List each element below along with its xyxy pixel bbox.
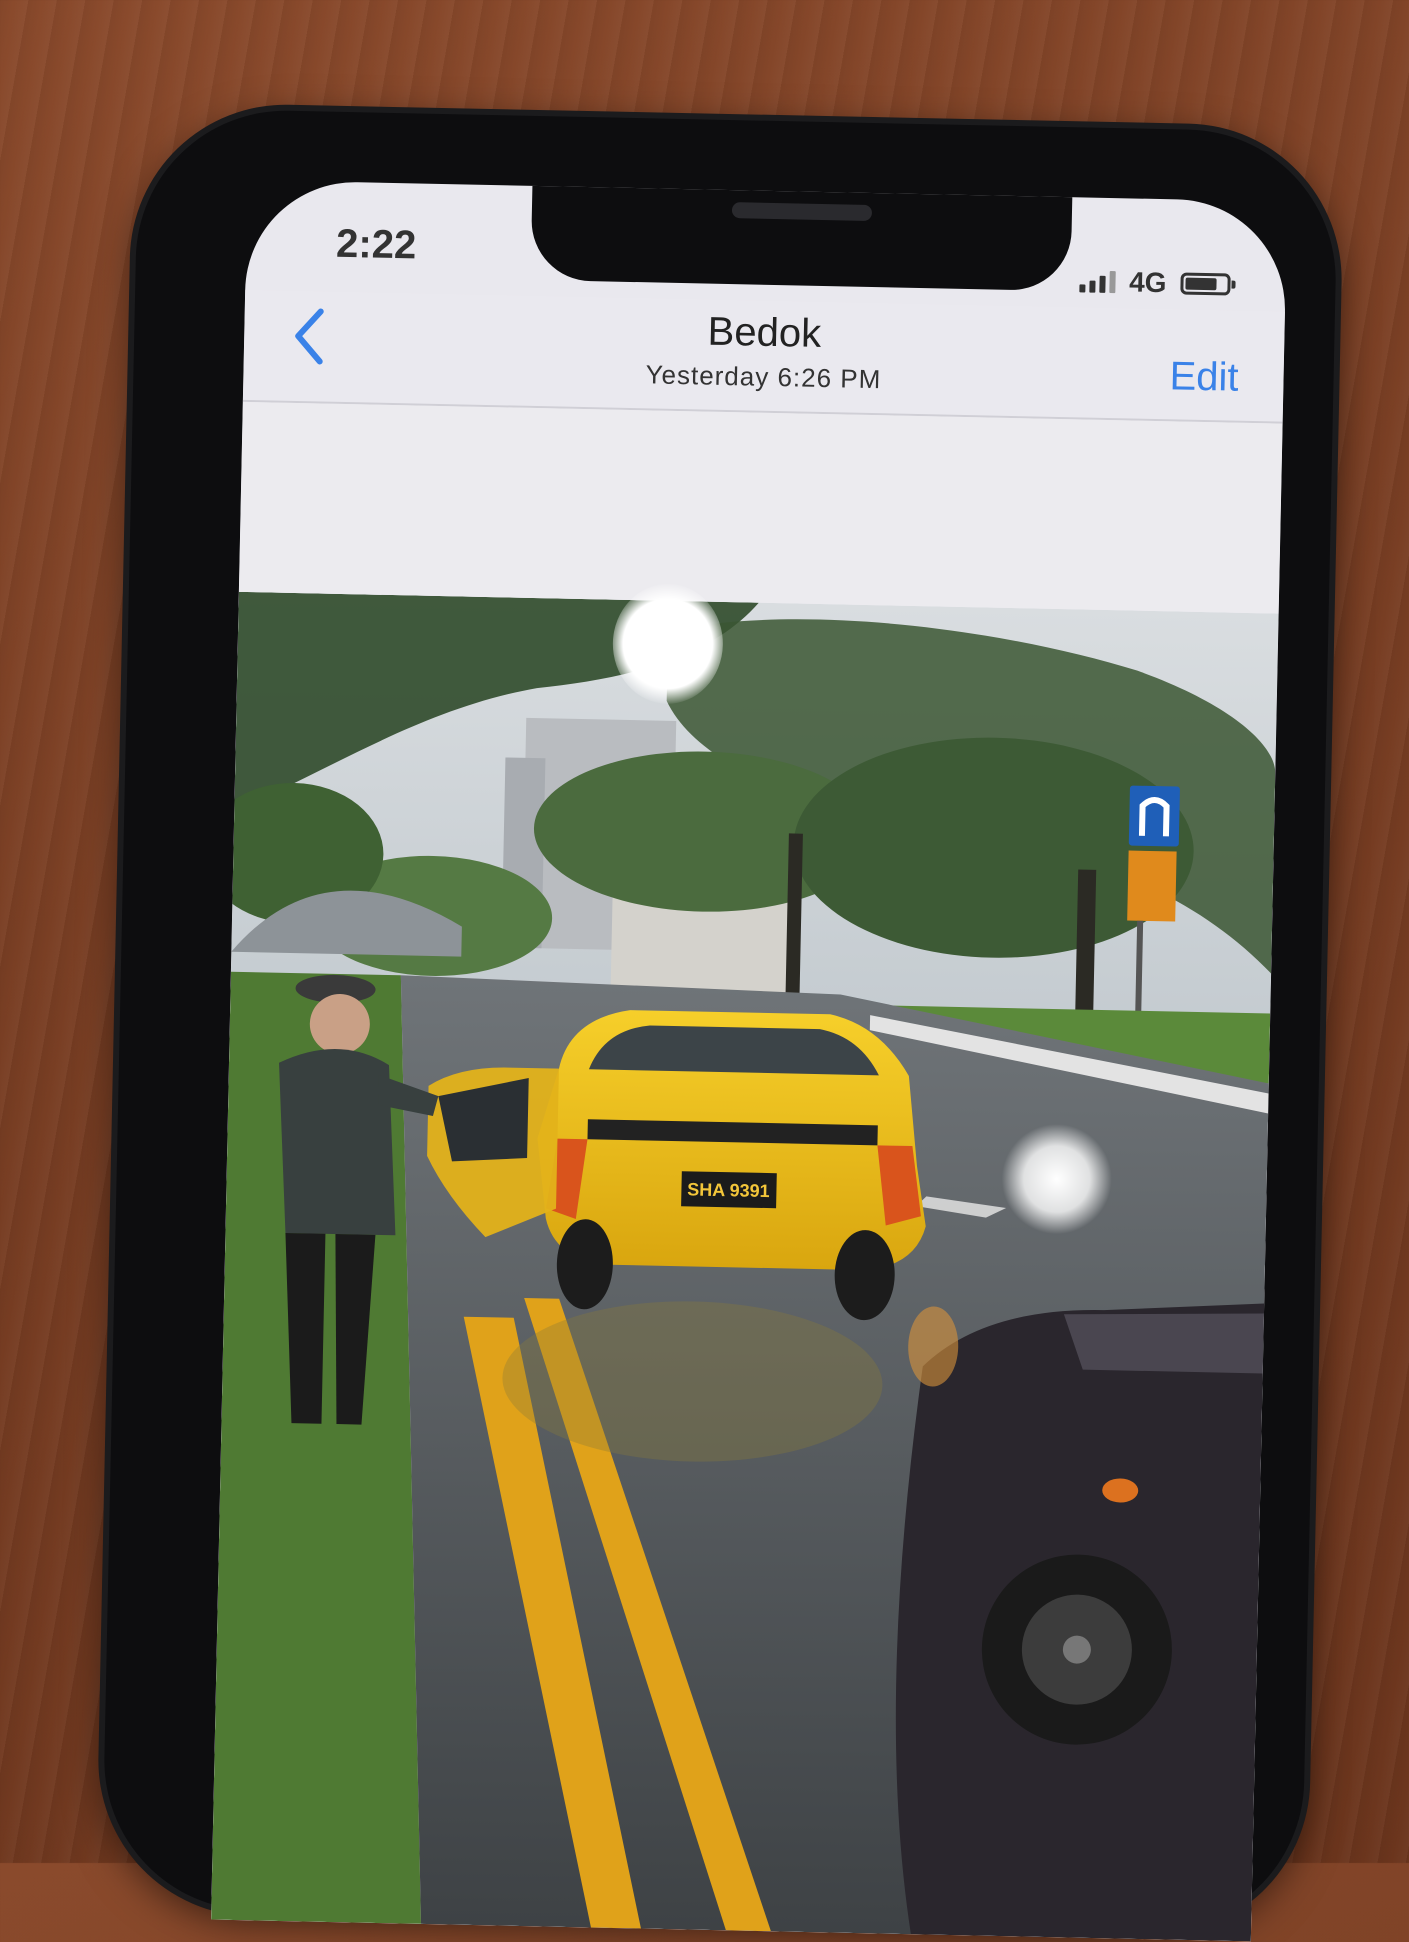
signal-bars-icon [1078, 270, 1116, 294]
network-type: 4G [1128, 266, 1167, 299]
battery-icon [1180, 272, 1231, 296]
status-indicators: 4G [1078, 265, 1231, 300]
plate-text: SHA 9391 [687, 1179, 770, 1201]
phone-notch [530, 183, 1073, 292]
status-time: 2:22 [335, 221, 417, 268]
phone-device: 2:22 4G Bedok Yesterday 6:26 PM Edit SHA… [101, 107, 1339, 1942]
navigation-bar: Bedok Yesterday 6:26 PM Edit [242, 289, 1285, 424]
photo-illustration: SHA 9391 [211, 591, 1279, 1942]
edit-button[interactable]: Edit [1169, 354, 1239, 400]
photo-top-margin [238, 401, 1283, 614]
title-group: Bedok Yesterday 6:26 PM [243, 300, 1284, 404]
phone-screen: 2:22 4G Bedok Yesterday 6:26 PM Edit SHA… [211, 179, 1288, 1942]
street-photo[interactable]: SHA 9391 [211, 591, 1279, 1942]
speaker-grille [731, 202, 873, 222]
u-turn-sign [1128, 785, 1180, 847]
dark-car [895, 1303, 1265, 1942]
